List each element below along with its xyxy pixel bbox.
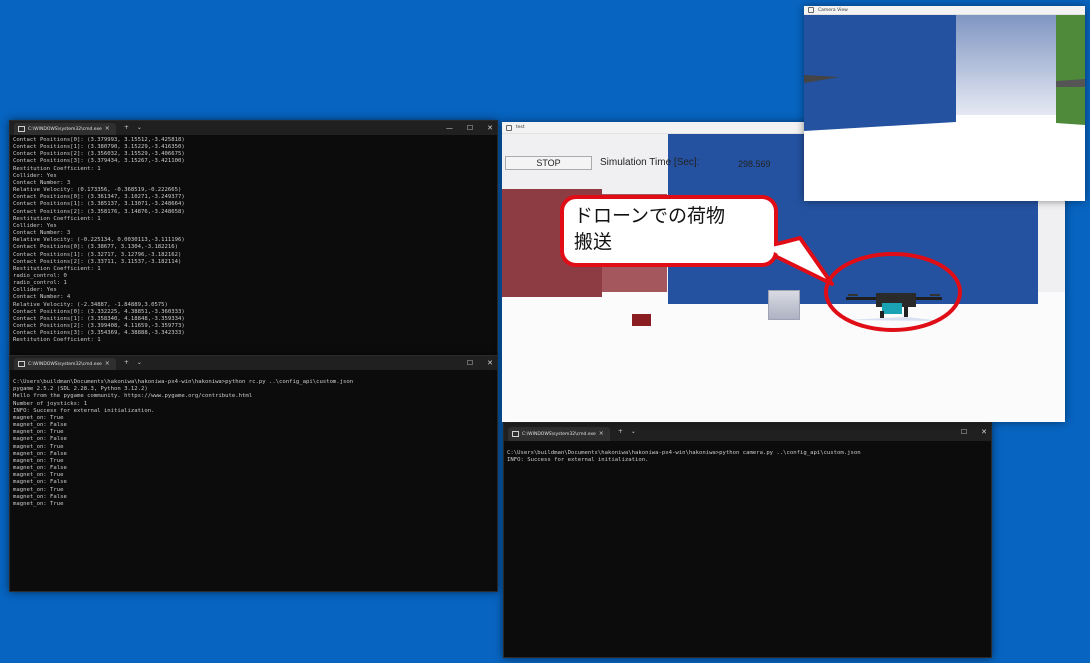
camera-window-icon: [808, 7, 814, 13]
callout-annotation: ドローンでの荷物 搬送: [560, 195, 778, 267]
terminal-window-2[interactable]: C:\WINDOWS\system32\cmd.exe × + ⌄ ☐ ✕ C:…: [9, 355, 498, 592]
new-tab-button[interactable]: +: [124, 125, 129, 131]
close-button[interactable]: ✕: [981, 428, 987, 436]
terminal-output[interactable]: Contact Positions[0]: (3.379993, 3.15512…: [10, 135, 497, 347]
tab-title: C:\WINDOWS\system32\cmd.exe: [28, 361, 102, 367]
close-button[interactable]: ✕: [487, 359, 493, 367]
tab-close-button[interactable]: ×: [105, 361, 110, 367]
camera-titlebar[interactable]: Camera View: [804, 6, 1085, 15]
red-box: [632, 314, 651, 326]
terminal-titlebar[interactable]: C:\WINDOWS\system32\cmd.exe × + ⌄ — ☐ ✕: [10, 121, 497, 135]
tab-dropdown-button[interactable]: ⌄: [137, 125, 142, 131]
maximize-button[interactable]: ☐: [961, 428, 967, 436]
terminal-tab[interactable]: C:\WINDOWS\system32\cmd.exe ×: [14, 123, 116, 135]
window-title: test: [516, 125, 525, 130]
cargo-box: [768, 290, 800, 320]
simulation-time-label: Simulation Time [Sec]:: [600, 157, 700, 168]
camera-view: [804, 15, 1085, 201]
close-button[interactable]: ✕: [487, 124, 493, 132]
terminal-output[interactable]: C:\Users\buildman\Documents\hakoniwa\hak…: [10, 370, 497, 510]
drone-icon: [846, 293, 942, 321]
stop-button[interactable]: STOP: [505, 156, 592, 170]
callout-text-line2: 搬送: [574, 231, 613, 253]
maximize-button[interactable]: ☐: [467, 124, 473, 132]
terminal-icon: [18, 126, 25, 132]
maximize-button[interactable]: ☐: [467, 359, 473, 367]
new-tab-button[interactable]: +: [124, 360, 129, 366]
terminal-titlebar[interactable]: C:\WINDOWS\system32\cmd.exe × + ⌄ ☐ ✕: [504, 423, 991, 441]
tab-close-button[interactable]: ×: [599, 431, 604, 437]
tab-dropdown-button[interactable]: ⌄: [631, 429, 636, 435]
new-tab-button[interactable]: +: [618, 429, 623, 435]
camera-window-title: Camera View: [818, 7, 848, 13]
terminal-titlebar[interactable]: C:\WINDOWS\system32\cmd.exe × + ⌄ ☐ ✕: [10, 356, 497, 370]
tab-title: C:\WINDOWS\system32\cmd.exe: [522, 431, 596, 437]
terminal-icon: [18, 361, 25, 367]
blue-wall-view: [804, 15, 956, 131]
terminal-output[interactable]: C:\Users\buildman\Documents\hakoniwa\hak…: [504, 441, 991, 466]
terminal-tab[interactable]: C:\WINDOWS\system32\cmd.exe ×: [14, 358, 116, 370]
callout-text-line1: ドローンでの荷物: [574, 205, 726, 227]
terminal-icon: [512, 431, 519, 437]
terminal-window-1[interactable]: C:\WINDOWS\system32\cmd.exe × + ⌄ — ☐ ✕ …: [9, 120, 498, 356]
terminal-window-3[interactable]: C:\WINDOWS\system32\cmd.exe × + ⌄ ☐ ✕ C:…: [503, 422, 992, 658]
camera-window[interactable]: Camera View: [804, 6, 1085, 201]
minimize-button[interactable]: —: [446, 124, 453, 132]
tab-dropdown-button[interactable]: ⌄: [137, 360, 142, 366]
tab-title: C:\WINDOWS\system32\cmd.exe: [28, 126, 102, 132]
green-wall-view: [1056, 15, 1085, 125]
terminal-tab[interactable]: C:\WINDOWS\system32\cmd.exe ×: [508, 427, 610, 441]
simulation-time-value: 298.569: [738, 159, 771, 169]
tab-close-button[interactable]: ×: [105, 126, 110, 132]
unity-icon: [506, 124, 512, 131]
